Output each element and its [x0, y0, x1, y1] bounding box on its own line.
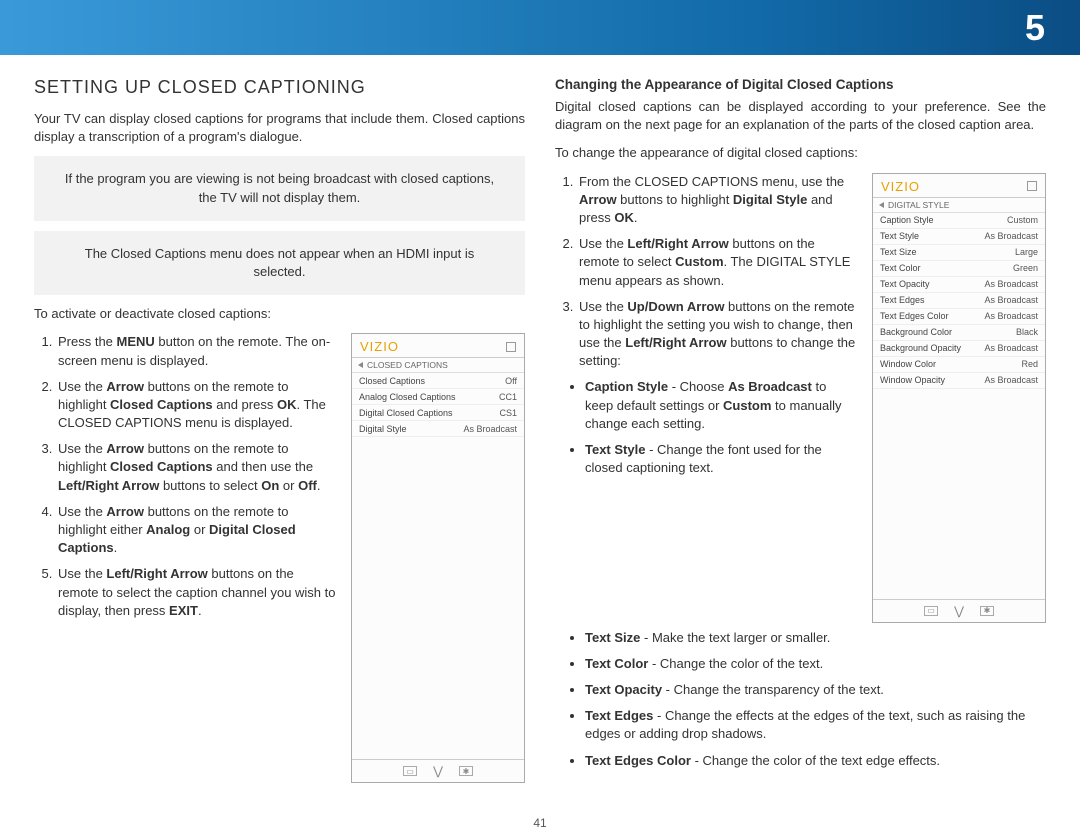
- panel-spacer: [352, 437, 524, 759]
- bullet-item: Text Opacity - Change the transparency o…: [585, 681, 1046, 699]
- menu-row: Caption StyleCustom: [873, 213, 1045, 229]
- lead-text: To change the appearance of digital clos…: [555, 144, 1046, 162]
- subsection-title: Changing the Appearance of Digital Close…: [555, 77, 1046, 92]
- intro-paragraph: Your TV can display closed captions for …: [34, 110, 525, 146]
- menu-row: Background OpacityAs Broadcast: [873, 341, 1045, 357]
- v-icon: ⋁: [431, 766, 445, 776]
- right-column: Changing the Appearance of Digital Close…: [555, 77, 1046, 783]
- note-box: If the program you are viewing is not be…: [34, 156, 525, 220]
- menu-row: Text OpacityAs Broadcast: [873, 277, 1045, 293]
- wide-icon: ▭: [403, 766, 417, 776]
- steps-with-panel: Press the MENU button on the remote. The…: [34, 333, 525, 783]
- steps-list: Press the MENU button on the remote. The…: [34, 333, 337, 628]
- step-item: Use the Up/Down Arrow buttons on the rem…: [577, 298, 858, 371]
- panel-footer: ▭ ⋁ ✱: [873, 599, 1045, 622]
- vizio-brand: VIZIO: [881, 179, 920, 194]
- vizio-menu-panel: VIZIO DIGITAL STYLE Caption StyleCustom …: [872, 173, 1046, 623]
- menu-row: Text EdgesAs Broadcast: [873, 293, 1045, 309]
- step-item: Use the Left/Right Arrow buttons on the …: [56, 565, 337, 620]
- vizio-brand: VIZIO: [360, 339, 399, 354]
- page-body: SETTING UP CLOSED CAPTIONING Your TV can…: [0, 55, 1080, 793]
- step-item: Use the Arrow buttons on the remote to h…: [56, 440, 337, 495]
- steps-list: From the CLOSED CAPTIONS menu, use the A…: [555, 173, 858, 371]
- triangle-left-icon: [879, 202, 884, 208]
- steps-wrapper: From the CLOSED CAPTIONS menu, use the A…: [555, 173, 858, 486]
- lead-text: To activate or deactivate closed caption…: [34, 305, 525, 323]
- menu-row: Digital StyleAs Broadcast: [352, 421, 524, 437]
- panel-subheader: DIGITAL STYLE: [873, 198, 1045, 213]
- intro-paragraph: Digital closed captions can be displayed…: [555, 98, 1046, 134]
- bullet-item: Text Style - Change the font used for th…: [585, 441, 858, 477]
- vizio-menu-panel: VIZIO CLOSED CAPTIONS Closed CaptionsOff…: [351, 333, 525, 783]
- bullet-item: Caption Style - Choose As Broadcast to k…: [585, 378, 858, 433]
- bullet-item: Text Edges Color - Change the color of t…: [585, 752, 1046, 770]
- bullet-item: Text Size - Make the text larger or smal…: [585, 629, 1046, 647]
- left-column: SETTING UP CLOSED CAPTIONING Your TV can…: [34, 77, 525, 783]
- note-box: The Closed Captions menu does not appear…: [34, 231, 525, 295]
- bullet-item: Text Color - Change the color of the tex…: [585, 655, 1046, 673]
- chapter-header: 5: [0, 0, 1080, 55]
- menu-row: Text StyleAs Broadcast: [873, 229, 1045, 245]
- section-title: SETTING UP CLOSED CAPTIONING: [34, 77, 525, 98]
- menu-row: Text ColorGreen: [873, 261, 1045, 277]
- menu-row: Analog Closed CaptionsCC1: [352, 389, 524, 405]
- gear-icon: ✱: [459, 766, 473, 776]
- home-icon: [1027, 181, 1037, 191]
- menu-row: Background ColorBlack: [873, 325, 1045, 341]
- settings-bullets: Caption Style - Choose As Broadcast to k…: [555, 378, 858, 477]
- panel-header: VIZIO: [352, 334, 524, 358]
- chapter-number: 5: [1025, 7, 1045, 49]
- steps-with-panel: From the CLOSED CAPTIONS menu, use the A…: [555, 173, 1046, 623]
- panel-spacer: [873, 389, 1045, 599]
- step-item: Press the MENU button on the remote. The…: [56, 333, 337, 369]
- menu-row: Text Edges ColorAs Broadcast: [873, 309, 1045, 325]
- menu-row: Closed CaptionsOff: [352, 373, 524, 389]
- step-item: From the CLOSED CAPTIONS menu, use the A…: [577, 173, 858, 228]
- home-icon: [506, 342, 516, 352]
- menu-row: Window OpacityAs Broadcast: [873, 373, 1045, 389]
- step-item: Use the Arrow buttons on the remote to h…: [56, 503, 337, 558]
- page-number: 41: [0, 816, 1080, 830]
- menu-row: Text SizeLarge: [873, 245, 1045, 261]
- panel-subheader: CLOSED CAPTIONS: [352, 358, 524, 373]
- menu-row: Digital Closed CaptionsCS1: [352, 405, 524, 421]
- wide-icon: ▭: [924, 606, 938, 616]
- step-item: Use the Left/Right Arrow buttons on the …: [577, 235, 858, 290]
- step-item: Use the Arrow buttons on the remote to h…: [56, 378, 337, 433]
- bullet-item: Text Edges - Change the effects at the e…: [585, 707, 1046, 743]
- triangle-left-icon: [358, 362, 363, 368]
- panel-header: VIZIO: [873, 174, 1045, 198]
- menu-row: Window ColorRed: [873, 357, 1045, 373]
- panel-footer: ▭ ⋁ ✱: [352, 759, 524, 782]
- gear-icon: ✱: [980, 606, 994, 616]
- settings-bullets-continued: Text Size - Make the text larger or smal…: [555, 629, 1046, 770]
- v-icon: ⋁: [952, 606, 966, 616]
